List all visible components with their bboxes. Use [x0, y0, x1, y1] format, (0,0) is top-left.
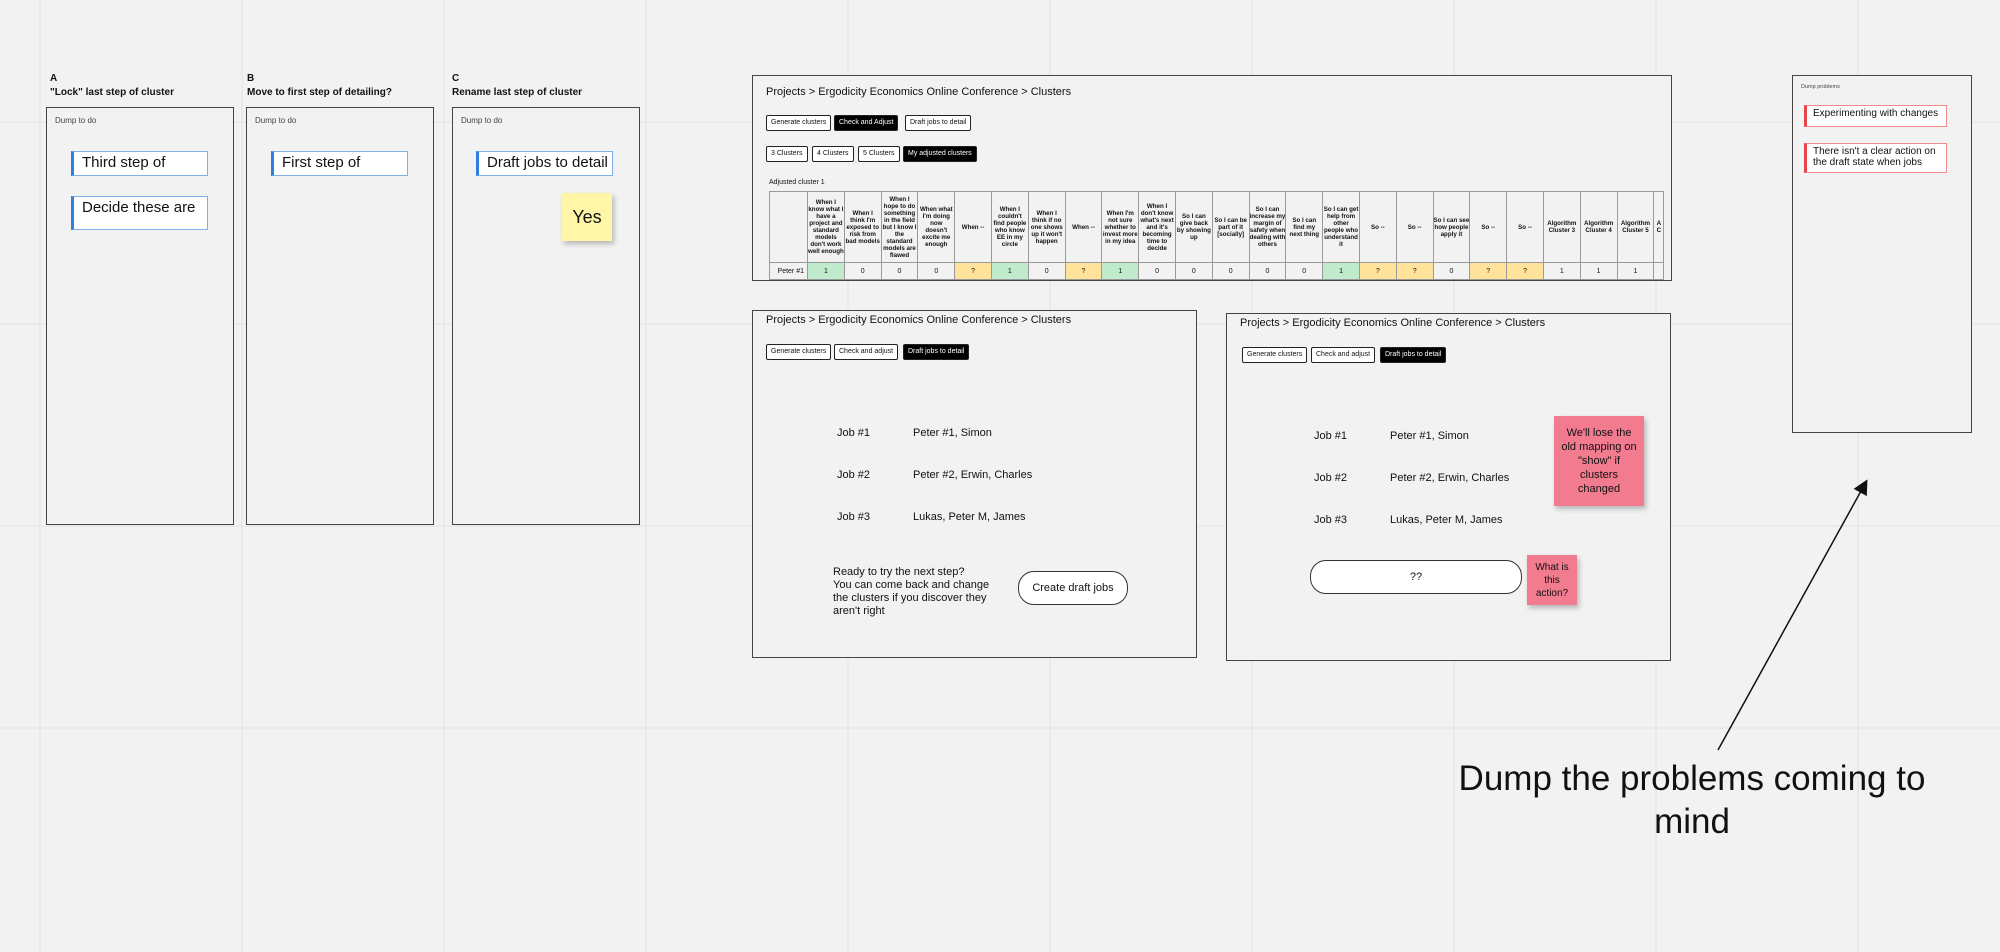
annotation-line-2: mind: [1654, 802, 1730, 841]
annotation-text: Dump the problems coming to mind: [1402, 757, 1982, 843]
annotation-line-1: Dump the problems coming to: [1458, 759, 1926, 798]
